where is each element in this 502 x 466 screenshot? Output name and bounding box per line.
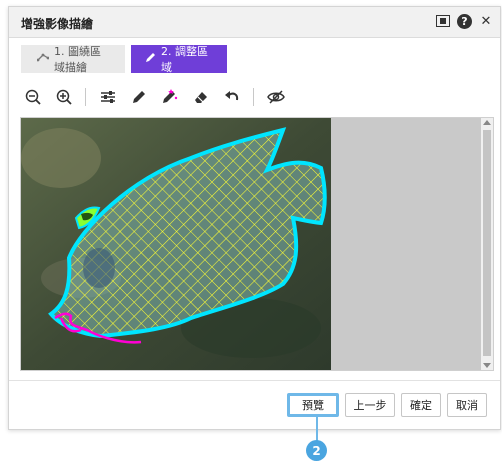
step-adjust-region[interactable]: 2. 調整區域 — [131, 45, 227, 74]
filmstrip-icon[interactable] — [435, 13, 451, 29]
callout-connector — [316, 416, 318, 442]
visibility-icon[interactable] — [264, 86, 288, 108]
step-tabs: 1. 圖繞區域描繪 2. 調整區域 — [21, 45, 227, 74]
zoom-out-icon[interactable] — [21, 86, 45, 108]
toolbar-divider — [85, 88, 86, 106]
scroll-thumb[interactable] — [483, 130, 491, 356]
help-icon[interactable]: ? — [457, 13, 472, 29]
title-bar-icons: ? ✕ — [435, 13, 494, 29]
dialog-title-bar: 增強影像描繪 ? ✕ — [9, 7, 500, 38]
scroll-up-icon[interactable] — [483, 120, 491, 125]
polygon-icon — [36, 52, 50, 67]
image-canvas[interactable] — [20, 117, 494, 371]
zoom-in-icon[interactable] — [52, 86, 76, 108]
dialog-title: 增強影像描繪 — [21, 17, 94, 31]
undo-icon[interactable] — [220, 86, 244, 108]
adjust-icon[interactable] — [96, 86, 120, 108]
confirm-button[interactable]: 確定 — [401, 393, 441, 417]
step-2-label: 2. 調整區域 — [161, 45, 208, 74]
pen-icon[interactable] — [127, 86, 151, 108]
image-trace-dialog: 增強影像描繪 ? ✕ 1. 圖繞區域描繪 2. 調整區域 預覽 上一步 確定 取… — [8, 6, 501, 430]
scroll-down-icon[interactable] — [483, 363, 491, 368]
edit-toolbar — [21, 85, 295, 109]
footer-divider — [9, 380, 500, 381]
step-1-label: 1. 圖繞區域描繪 — [54, 45, 101, 74]
vertical-scrollbar[interactable] — [481, 118, 493, 370]
preview-button[interactable]: 預覽 — [287, 393, 339, 417]
fish-image — [21, 118, 481, 370]
callout-badge: 2 — [306, 440, 327, 461]
toolbar-divider-2 — [253, 88, 254, 106]
eraser-icon[interactable] — [189, 86, 213, 108]
previous-step-button[interactable]: 上一步 — [345, 393, 395, 417]
cancel-button[interactable]: 取消 — [447, 393, 487, 417]
close-icon[interactable]: ✕ — [478, 13, 494, 29]
magic-pen-icon[interactable] — [158, 86, 182, 108]
pencil-icon — [145, 52, 156, 66]
step-trace-region[interactable]: 1. 圖繞區域描繪 — [21, 45, 125, 74]
